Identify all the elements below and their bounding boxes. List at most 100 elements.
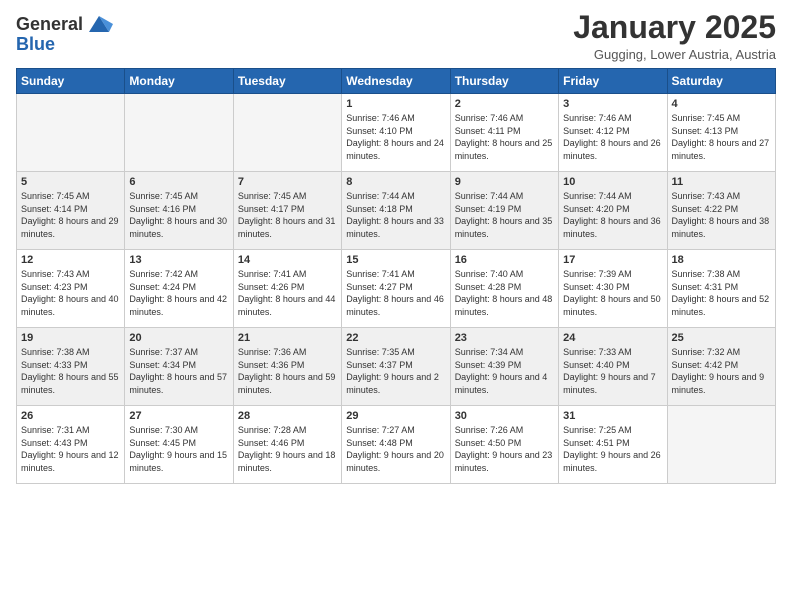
- calendar-cell: 23Sunrise: 7:34 AM Sunset: 4:39 PM Dayli…: [450, 328, 558, 406]
- calendar-cell: [667, 406, 775, 484]
- day-number: 27: [129, 410, 228, 422]
- day-info: Sunrise: 7:44 AM Sunset: 4:19 PM Dayligh…: [455, 190, 554, 240]
- day-info: Sunrise: 7:45 AM Sunset: 4:14 PM Dayligh…: [21, 190, 120, 240]
- calendar-cell: 13Sunrise: 7:42 AM Sunset: 4:24 PM Dayli…: [125, 250, 233, 328]
- weekday-header: Monday: [125, 69, 233, 94]
- calendar: SundayMondayTuesdayWednesdayThursdayFrid…: [16, 68, 776, 484]
- day-number: 17: [563, 254, 662, 266]
- day-info: Sunrise: 7:46 AM Sunset: 4:12 PM Dayligh…: [563, 112, 662, 162]
- day-number: 25: [672, 332, 771, 344]
- calendar-cell: 5 Sunrise: 7:45 AM Sunset: 4:14 PM Daylig…: [17, 172, 125, 250]
- day-number: 13: [129, 254, 228, 266]
- day-number: 4: [672, 98, 771, 110]
- day-number: 30: [455, 410, 554, 422]
- day-info: Sunrise: 7:25 AM Sunset: 4:51 PM Dayligh…: [563, 424, 662, 474]
- day-number: 28: [238, 410, 337, 422]
- day-info: Sunrise: 7:45 AM Sunset: 4:13 PM Dayligh…: [672, 112, 771, 162]
- weekday-header: Wednesday: [342, 69, 450, 94]
- calendar-cell: 30 Sunrise: 7:26 AM Sunset: 4:50 PM Dayli…: [450, 406, 558, 484]
- day-info: Sunrise: 7:33 AM Sunset: 4:40 PM Dayligh…: [563, 346, 662, 396]
- location: Gugging, Lower Austria, Austria: [573, 47, 776, 62]
- day-info: Sunrise: 7:30 AM Sunset: 4:45 PM Dayligh…: [129, 424, 228, 474]
- day-number: 16: [455, 254, 554, 266]
- calendar-cell: [233, 94, 341, 172]
- weekday-header: Saturday: [667, 69, 775, 94]
- calendar-cell: 24 Sunrise: 7:33 AM Sunset: 4:40 PM Dayli…: [559, 328, 667, 406]
- day-number: 12: [21, 254, 120, 266]
- day-info: Sunrise: 7:40 AM Sunset: 4:28 PM Dayligh…: [455, 268, 554, 318]
- calendar-cell: 7 Sunrise: 7:45 AM Sunset: 4:17 PM Daylig…: [233, 172, 341, 250]
- day-number: 18: [672, 254, 771, 266]
- calendar-cell: 19 Sunrise: 7:38 AM Sunset: 4:33 PM Dayli…: [17, 328, 125, 406]
- page: General Blue January 2025 Gugging, Lower…: [0, 0, 792, 612]
- calendar-cell: 12Sunrise: 7:43 AM Sunset: 4:23 PM Dayli…: [17, 250, 125, 328]
- calendar-cell: 2Sunrise: 7:46 AM Sunset: 4:11 PM Daylig…: [450, 94, 558, 172]
- day-number: 23: [455, 332, 554, 344]
- day-number: 31: [563, 410, 662, 422]
- day-number: 19: [21, 332, 120, 344]
- calendar-cell: 27 Sunrise: 7:30 AM Sunset: 4:45 PM Dayli…: [125, 406, 233, 484]
- header: General Blue January 2025 Gugging, Lower…: [16, 10, 776, 62]
- calendar-cell: 15Sunrise: 7:41 AM Sunset: 4:27 PM Dayli…: [342, 250, 450, 328]
- calendar-cell: 6 Sunrise: 7:45 AM Sunset: 4:16 PM Daylig…: [125, 172, 233, 250]
- calendar-week-row: 26Sunrise: 7:31 AM Sunset: 4:43 PM Dayli…: [17, 406, 776, 484]
- day-number: 22: [346, 332, 445, 344]
- month-title: January 2025: [573, 10, 776, 45]
- calendar-cell: 14 Sunrise: 7:41 AM Sunset: 4:26 PM Dayli…: [233, 250, 341, 328]
- calendar-cell: 18Sunrise: 7:38 AM Sunset: 4:31 PM Dayli…: [667, 250, 775, 328]
- calendar-cell: 10Sunrise: 7:44 AM Sunset: 4:20 PM Dayli…: [559, 172, 667, 250]
- day-info: Sunrise: 7:27 AM Sunset: 4:48 PM Dayligh…: [346, 424, 445, 474]
- day-info: Sunrise: 7:45 AM Sunset: 4:16 PM Dayligh…: [129, 190, 228, 240]
- day-number: 6: [129, 176, 228, 188]
- day-info: Sunrise: 7:39 AM Sunset: 4:30 PM Dayligh…: [563, 268, 662, 318]
- calendar-week-row: 19 Sunrise: 7:38 AM Sunset: 4:33 PM Dayli…: [17, 328, 776, 406]
- calendar-cell: 8 Sunrise: 7:44 AM Sunset: 4:18 PM Daylig…: [342, 172, 450, 250]
- logo: General Blue: [16, 10, 113, 55]
- calendar-week-row: 12Sunrise: 7:43 AM Sunset: 4:23 PM Dayli…: [17, 250, 776, 328]
- title-block: January 2025 Gugging, Lower Austria, Aus…: [573, 10, 776, 62]
- day-info: Sunrise: 7:41 AM Sunset: 4:27 PM Dayligh…: [346, 268, 445, 318]
- day-number: 14: [238, 254, 337, 266]
- day-number: 20: [129, 332, 228, 344]
- day-number: 8: [346, 176, 445, 188]
- calendar-cell: 4 Sunrise: 7:45 AM Sunset: 4:13 PM Daylig…: [667, 94, 775, 172]
- weekday-header: Tuesday: [233, 69, 341, 94]
- calendar-cell: 31 Sunrise: 7:25 AM Sunset: 4:51 PM Dayli…: [559, 406, 667, 484]
- day-info: Sunrise: 7:41 AM Sunset: 4:26 PM Dayligh…: [238, 268, 337, 318]
- day-number: 5: [21, 176, 120, 188]
- calendar-cell: 22 Sunrise: 7:35 AM Sunset: 4:37 PM Dayli…: [342, 328, 450, 406]
- day-number: 9: [455, 176, 554, 188]
- day-number: 26: [21, 410, 120, 422]
- day-info: Sunrise: 7:44 AM Sunset: 4:18 PM Dayligh…: [346, 190, 445, 240]
- day-info: Sunrise: 7:38 AM Sunset: 4:33 PM Dayligh…: [21, 346, 120, 396]
- day-info: Sunrise: 7:45 AM Sunset: 4:17 PM Dayligh…: [238, 190, 337, 240]
- calendar-cell: 17 Sunrise: 7:39 AM Sunset: 4:30 PM Dayli…: [559, 250, 667, 328]
- calendar-cell: [125, 94, 233, 172]
- day-number: 7: [238, 176, 337, 188]
- logo-general-text: General: [16, 14, 83, 35]
- day-info: Sunrise: 7:37 AM Sunset: 4:34 PM Dayligh…: [129, 346, 228, 396]
- calendar-cell: 26Sunrise: 7:31 AM Sunset: 4:43 PM Dayli…: [17, 406, 125, 484]
- day-info: Sunrise: 7:35 AM Sunset: 4:37 PM Dayligh…: [346, 346, 445, 396]
- day-number: 10: [563, 176, 662, 188]
- day-number: 29: [346, 410, 445, 422]
- calendar-cell: 9 Sunrise: 7:44 AM Sunset: 4:19 PM Daylig…: [450, 172, 558, 250]
- calendar-cell: 29 Sunrise: 7:27 AM Sunset: 4:48 PM Dayli…: [342, 406, 450, 484]
- calendar-cell: 28 Sunrise: 7:28 AM Sunset: 4:46 PM Dayli…: [233, 406, 341, 484]
- day-number: 1: [346, 98, 445, 110]
- day-info: Sunrise: 7:46 AM Sunset: 4:11 PM Dayligh…: [455, 112, 554, 162]
- day-number: 21: [238, 332, 337, 344]
- day-number: 3: [563, 98, 662, 110]
- calendar-cell: 25Sunrise: 7:32 AM Sunset: 4:42 PM Dayli…: [667, 328, 775, 406]
- calendar-cell: 11Sunrise: 7:43 AM Sunset: 4:22 PM Dayli…: [667, 172, 775, 250]
- calendar-week-row: 1Sunrise: 7:46 AM Sunset: 4:10 PM Daylig…: [17, 94, 776, 172]
- day-info: Sunrise: 7:28 AM Sunset: 4:46 PM Dayligh…: [238, 424, 337, 474]
- calendar-cell: [17, 94, 125, 172]
- calendar-cell: 3 Sunrise: 7:46 AM Sunset: 4:12 PM Daylig…: [559, 94, 667, 172]
- weekday-header-row: SundayMondayTuesdayWednesdayThursdayFrid…: [17, 69, 776, 94]
- day-number: 24: [563, 332, 662, 344]
- day-info: Sunrise: 7:26 AM Sunset: 4:50 PM Dayligh…: [455, 424, 554, 474]
- logo-blue-text: Blue: [16, 34, 55, 55]
- day-info: Sunrise: 7:43 AM Sunset: 4:22 PM Dayligh…: [672, 190, 771, 240]
- calendar-cell: 16 Sunrise: 7:40 AM Sunset: 4:28 PM Dayli…: [450, 250, 558, 328]
